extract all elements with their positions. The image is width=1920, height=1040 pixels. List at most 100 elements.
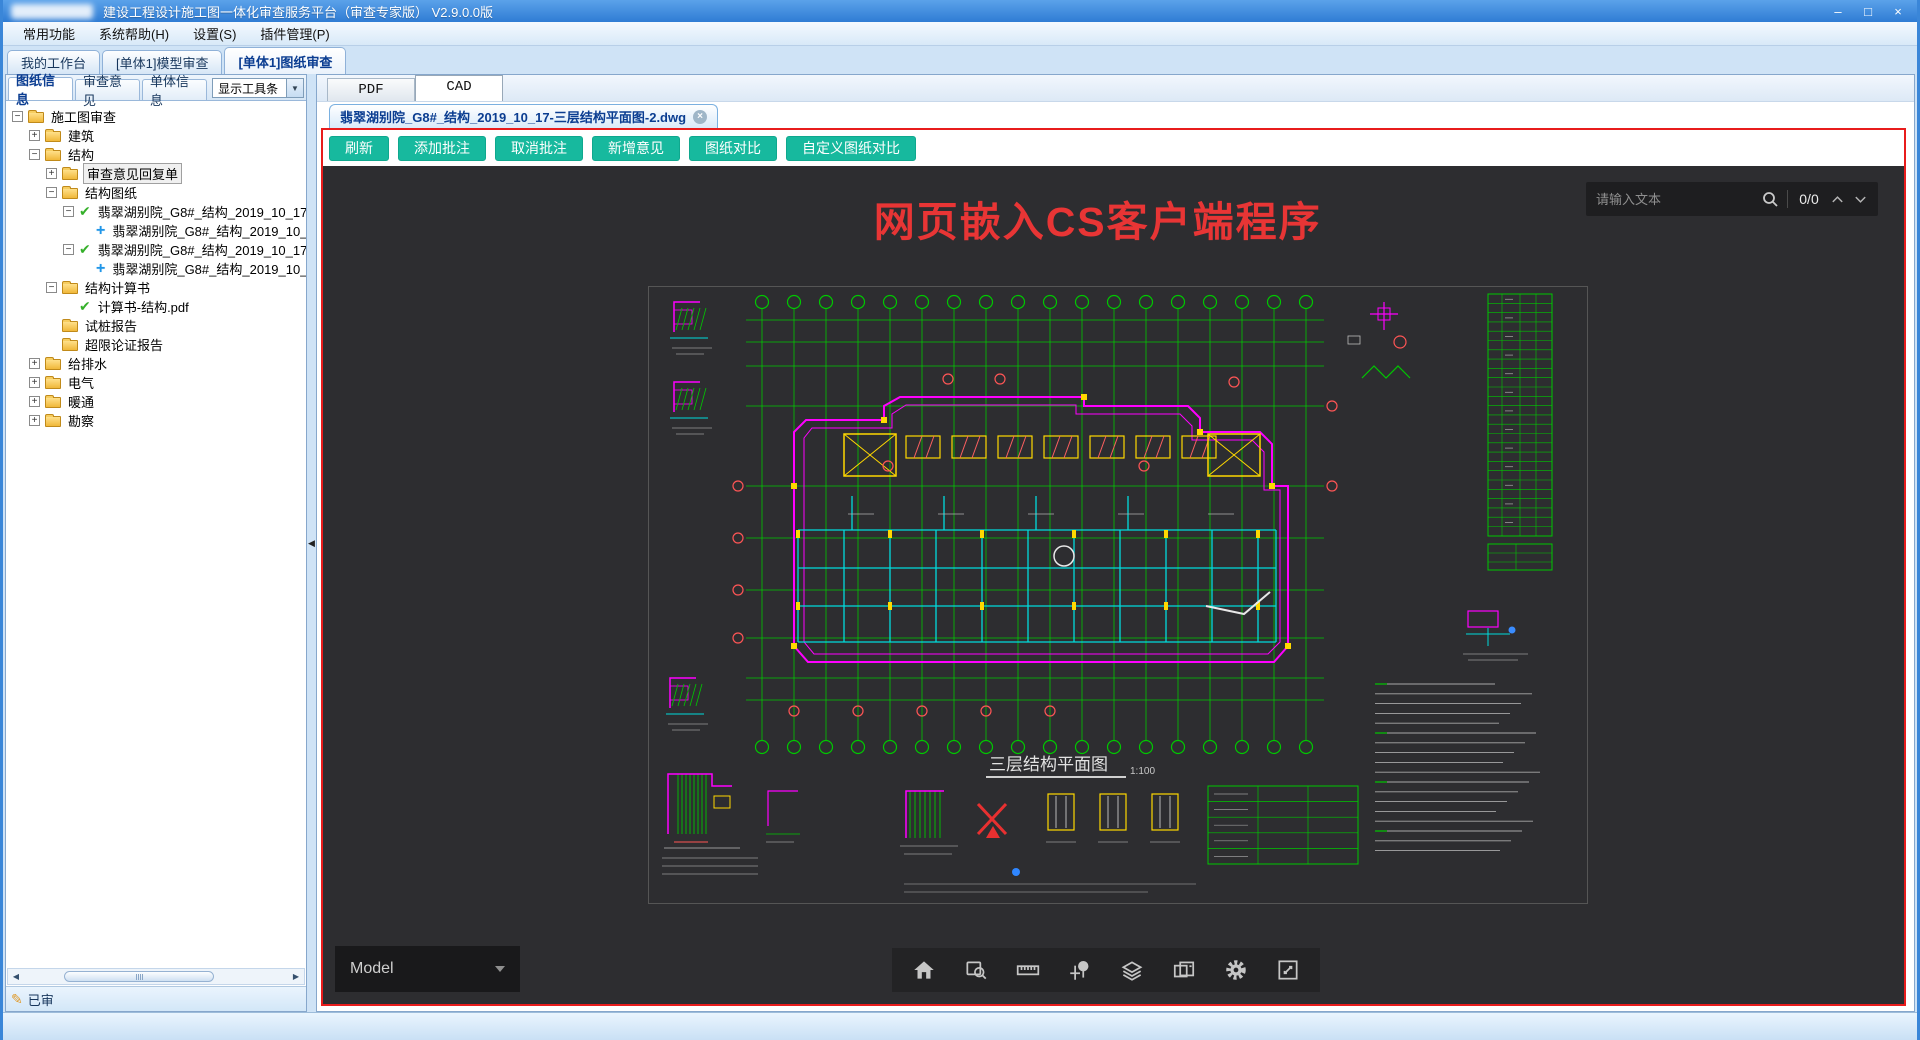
tree-item-label: 暖通 xyxy=(68,395,95,410)
tree-item-label: 施工图审查 xyxy=(51,110,117,125)
left-tab-1[interactable]: 图纸信息 xyxy=(8,73,74,107)
collapse-left-icon[interactable]: ◀ xyxy=(308,538,315,549)
expander-icon[interactable]: − xyxy=(63,244,74,255)
tree-item-label: 审查意见回复单 xyxy=(83,163,183,184)
folder-icon xyxy=(45,129,61,142)
tree-item[interactable]: + 审查意见回复单 xyxy=(6,163,306,184)
action-button-4[interactable]: 新增意见 xyxy=(592,135,680,161)
cad-canvas[interactable]: 网页嵌入CS客户端程序 0/0 xyxy=(323,166,1904,1004)
tree-item[interactable]: 超限论证报告 xyxy=(6,335,306,354)
menu-item-2[interactable]: 系统帮助(H) xyxy=(87,21,181,46)
search-input[interactable] xyxy=(1596,191,1753,207)
expander-icon[interactable]: + xyxy=(29,358,40,369)
tree-item[interactable]: − 结构计算书 xyxy=(6,278,306,297)
action-button-5[interactable]: 图纸对比 xyxy=(689,135,777,161)
tree-item[interactable]: + 翡翠湖别院_G8#_结构_2019_10_1 xyxy=(6,259,306,278)
file-tab[interactable]: 翡翠湖别院_G8#_结构_2019_10_17-三层结构平面图-2.dwg × xyxy=(329,104,719,128)
model-selector[interactable]: Model xyxy=(335,946,520,992)
folder-icon xyxy=(45,148,61,161)
layers-icon[interactable] xyxy=(1112,952,1152,988)
folder-icon xyxy=(62,281,78,294)
tree-item-label: 翡翠湖别院_G8#_结构_2019_10_1 xyxy=(112,224,306,239)
expander-icon[interactable]: + xyxy=(29,415,40,426)
title-bar: 建设工程设计施工图一体化审查服务平台（审查专家版） V2.9.0.0版 – □ × xyxy=(3,0,1917,22)
action-button-1[interactable]: 刷新 xyxy=(329,135,389,161)
folder-icon xyxy=(62,167,78,180)
folder-icon xyxy=(45,357,61,370)
chevron-down-icon[interactable] xyxy=(1853,193,1868,206)
menu-bar: 常用功能 系统帮助(H) 设置(S) 插件管理(P) xyxy=(3,22,1917,46)
pencil-icon: ✎ xyxy=(11,990,23,1007)
tree-item[interactable]: 试桩报告 xyxy=(6,316,306,335)
tree-item[interactable]: − 施工图审查 xyxy=(6,107,306,126)
viewports-icon[interactable] xyxy=(1164,952,1204,988)
tree-item[interactable]: + 给排水 xyxy=(6,354,306,373)
home-icon[interactable] xyxy=(904,952,944,988)
scrollbar-thumb[interactable] xyxy=(64,971,214,982)
tree-item[interactable]: − 结构 xyxy=(6,145,306,164)
cad-drawing: 三层结构平面图 1:100 xyxy=(648,286,1588,904)
fullscreen-icon[interactable] xyxy=(1268,952,1308,988)
panel-status-bar: ✎ 已审 xyxy=(6,986,306,1011)
action-button-2[interactable]: 添加批注 xyxy=(398,135,486,161)
search-icon[interactable] xyxy=(1761,190,1779,208)
toolbar-combo[interactable]: 显示工具条 ▼ xyxy=(212,78,304,98)
tree-item[interactable]: + 电气 xyxy=(6,373,306,392)
action-button-6[interactable]: 自定义图纸对比 xyxy=(786,135,916,161)
expander-icon[interactable]: + xyxy=(29,377,40,388)
menu-item-1[interactable]: 常用功能 xyxy=(11,21,87,46)
close-icon[interactable]: × xyxy=(693,109,708,124)
settings-icon[interactable] xyxy=(1216,952,1256,988)
tree-item[interactable]: + 建筑 xyxy=(6,126,306,145)
chevron-up-icon[interactable] xyxy=(1830,193,1845,206)
folder-icon xyxy=(45,376,61,389)
scroll-left-icon[interactable]: ◀ xyxy=(8,972,24,981)
model-selector-value: Model xyxy=(350,960,394,977)
embedded-client-frame: 刷新添加批注取消批注新增意见图纸对比自定义图纸对比 网页嵌入CS客户端程序 0/… xyxy=(321,128,1906,1006)
tree-item-label: 勘察 xyxy=(68,414,95,429)
maximize-button[interactable]: □ xyxy=(1853,2,1883,20)
main-tab-3[interactable]: [单体1]图纸审查 xyxy=(224,47,347,74)
expander-icon[interactable]: − xyxy=(63,206,74,217)
chevron-down-icon[interactable]: ▼ xyxy=(286,79,303,97)
drawing-tree: − 施工图审查 + 建筑 − 结构 + 审查意见回复单 − 结构图纸 − ✔ 翡翠湖别院_G8#_结构_… xyxy=(6,101,306,967)
tree-item[interactable]: − ✔ 翡翠湖别院_G8#_结构_2019_10_17-三 xyxy=(6,202,306,221)
zoom-window-icon[interactable] xyxy=(956,952,996,988)
expander-icon[interactable]: + xyxy=(46,168,57,179)
scroll-right-icon[interactable]: ▶ xyxy=(288,972,304,981)
review-status-label: 已审 xyxy=(27,992,54,1008)
tree-item[interactable]: ✔ 计算书-结构.pdf xyxy=(6,297,306,316)
expander-icon[interactable]: − xyxy=(29,149,40,160)
tree-item-label: 翡翠湖别院_G8#_结构_2019_10_17-三 xyxy=(97,205,306,220)
minimize-button[interactable]: – xyxy=(1823,2,1853,20)
menu-item-4[interactable]: 插件管理(P) xyxy=(248,21,341,46)
tree-item[interactable]: + 勘察 xyxy=(6,411,306,430)
view-tab-pdf[interactable]: PDF xyxy=(327,78,415,101)
window-title: 建设工程设计施工图一体化审查服务平台（审查专家版） V2.9.0.0版 xyxy=(103,4,494,20)
action-button-3[interactable]: 取消批注 xyxy=(495,135,583,161)
tree-item[interactable]: + 翡翠湖别院_G8#_结构_2019_10_1 xyxy=(6,221,306,240)
menu-item-3[interactable]: 设置(S) xyxy=(181,21,248,46)
expander-icon[interactable]: + xyxy=(29,396,40,407)
ruler-icon[interactable] xyxy=(1008,952,1048,988)
expander-icon[interactable]: − xyxy=(12,111,23,122)
tree-item-label: 建筑 xyxy=(68,129,95,144)
view-tab-cad[interactable]: CAD xyxy=(415,75,503,101)
folder-icon xyxy=(28,110,44,123)
tree-item[interactable]: − ✔ 翡翠湖别院_G8#_结构_2019_10_17-三 xyxy=(6,240,306,259)
left-tab-3[interactable]: 单体信息 xyxy=(142,74,208,108)
expander-icon[interactable]: − xyxy=(46,282,57,293)
tree-item[interactable]: + 暖通 xyxy=(6,392,306,411)
panel-splitter[interactable]: ◀ xyxy=(307,74,316,1012)
tree-h-scrollbar[interactable]: ◀ ▶ xyxy=(7,968,305,985)
folder-icon xyxy=(62,319,78,332)
expander-icon[interactable]: + xyxy=(29,130,40,141)
close-button[interactable]: × xyxy=(1883,2,1913,20)
expander-icon[interactable]: − xyxy=(46,187,57,198)
drawing-title: 三层结构平面图 xyxy=(989,755,1108,774)
view-tab-bar: PDF CAD xyxy=(317,75,1914,102)
marker-icon[interactable] xyxy=(1060,952,1100,988)
tree-item[interactable]: − 结构图纸 xyxy=(6,183,306,202)
left-tab-2[interactable]: 审查意见 xyxy=(75,74,141,108)
file-tab-row: 翡翠湖别院_G8#_结构_2019_10_17-三层结构平面图-2.dwg × xyxy=(317,102,1914,128)
